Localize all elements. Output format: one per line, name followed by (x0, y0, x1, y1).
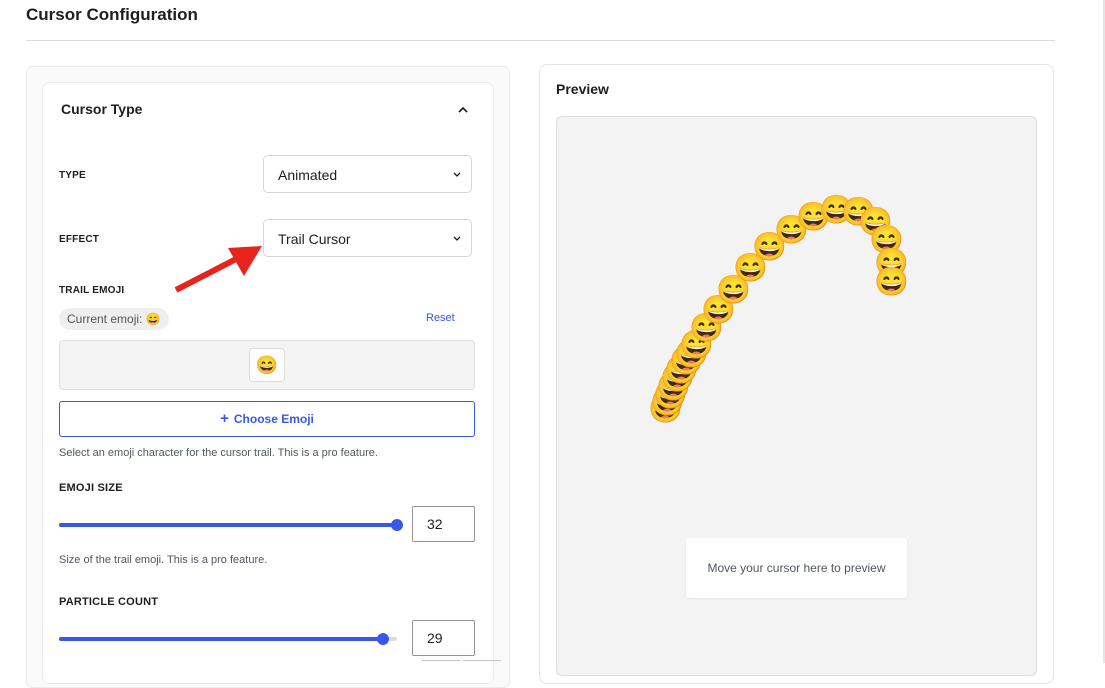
page-title: Cursor Configuration (26, 5, 198, 24)
trail-emoji-label: TRAIL EMOJI (59, 285, 125, 296)
selected-emoji-tile[interactable]: 😄 (249, 348, 285, 382)
choose-emoji-label: Choose Emoji (233, 412, 314, 426)
emoji-size-slider-thumb[interactable] (391, 519, 403, 531)
effect-label: EFFECT (59, 234, 100, 245)
annotation-arrow (174, 246, 262, 293)
chevron-down-icon (451, 167, 463, 179)
type-select[interactable]: Animated (263, 155, 472, 193)
title-divider (26, 40, 1055, 41)
type-select-value: Animated (278, 167, 338, 183)
emoji-size-help: Size of the trail emoji. This is a pro f… (59, 554, 268, 566)
particle-count-label: PARTICLE COUNT (59, 596, 159, 608)
current-emoji-badge: Current emoji: 😄 (59, 308, 169, 330)
emoji-size-input[interactable]: 32 (412, 506, 475, 542)
trail-emoji-help: Select an emoji character for the cursor… (59, 447, 378, 459)
choose-emoji-button[interactable]: + Choose Emoji (59, 401, 475, 437)
effect-select-value: Trail Cursor (278, 231, 351, 247)
collapse-chevron-up-icon[interactable] (453, 100, 473, 120)
emoji-size-slider-fill (59, 523, 397, 527)
preview-hint: Move your cursor here to preview (686, 538, 907, 598)
particle-count-slider-fill (59, 637, 384, 641)
chevron-down-icon (451, 231, 463, 243)
emoji-size-label: EMOJI SIZE (59, 482, 123, 494)
plus-icon: + (220, 410, 229, 427)
cursor-type-title: Cursor Type (61, 101, 143, 117)
type-label: TYPE (59, 170, 86, 181)
particle-count-input[interactable]: 29 (412, 620, 475, 656)
particle-count-slider[interactable] (59, 633, 397, 645)
effect-select[interactable]: Trail Cursor (263, 219, 472, 257)
emoji-size-slider[interactable] (59, 519, 403, 531)
reset-link[interactable]: Reset (426, 312, 455, 324)
preview-title: Preview (556, 81, 609, 97)
